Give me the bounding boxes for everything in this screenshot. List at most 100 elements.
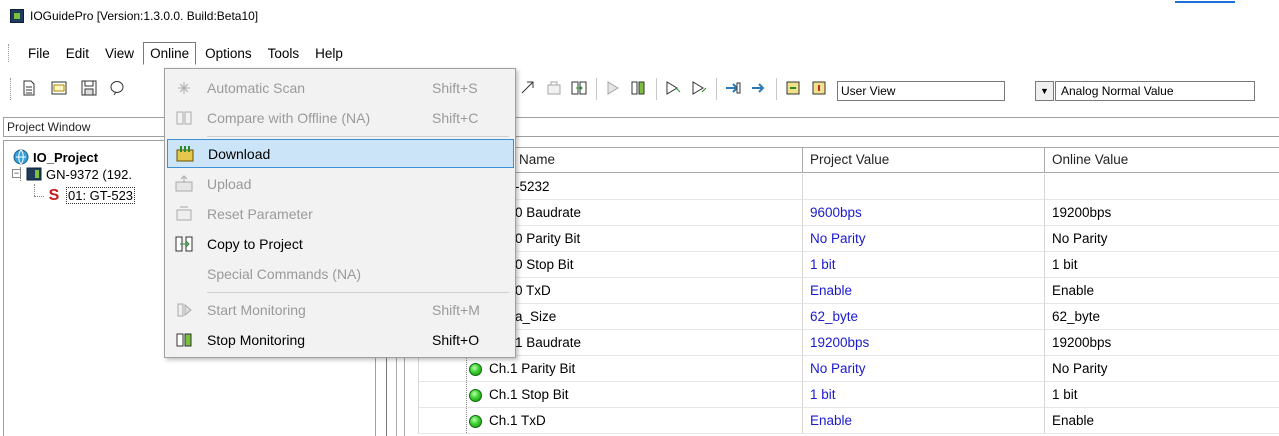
toolbar-tool-4[interactable] [690,79,708,97]
menu-online[interactable]: Online [143,41,197,65]
table-row[interactable]: 0 Stop Bit 1 bit 1 bit [418,252,1279,278]
column-header-project-value[interactable]: Project Value [802,147,1044,173]
menu-file[interactable]: File [21,42,57,65]
table-row[interactable]: 0 Baudrate 9600bps 19200bps [418,200,1279,226]
menu-separator [207,292,509,293]
tool-icon-5 [726,82,741,94]
menu-tools[interactable]: Tools [261,42,307,65]
start-monitor-tool-button[interactable] [604,79,622,97]
project-globe-icon [13,149,29,165]
cell-online-value: 19200bps [1044,200,1279,226]
cell-online-value: Enable [1044,408,1279,434]
view-mode-select[interactable]: User View [837,81,1005,101]
menu-item-start-monitoring[interactable]: Start Monitoring Shift+M [167,295,514,324]
cell-online-value: 19200bps [1044,330,1279,356]
column-header-online-value[interactable]: Online Value [1044,147,1279,173]
toolbar-tool-1[interactable] [519,79,537,97]
menu-item-label: Start Monitoring [207,301,306,318]
copy-to-project-icon [571,81,587,95]
menu-item-copy-to-project[interactable]: Copy to Project [167,229,514,258]
menu-item-icon-placeholder [173,263,195,285]
table-row[interactable]: Ch.1 Parity Bit No Parity No Parity [418,356,1279,382]
device-module-icon [26,167,42,181]
cell-online-value: 1 bit [1044,382,1279,408]
title-accent-line [1175,1,1235,3]
chevron-down-icon[interactable]: ▼ [1035,81,1054,101]
menu-item-stop-monitoring[interactable]: Stop Monitoring Shift+O [167,325,514,354]
upload-icon [173,173,195,195]
help-button[interactable] [108,79,126,97]
menu-item-upload[interactable]: Upload [167,169,514,198]
toolbar-tool-7[interactable] [784,79,802,97]
open-button[interactable] [50,79,68,97]
grid-header: Name Project Value Online Value [418,147,1279,173]
online-menu-dropdown: Automatic Scan Shift+S Compare with Offl… [164,68,516,358]
start-monitor-icon [173,299,195,321]
cell-project-value: Enable [802,408,1044,434]
download-icon [174,143,196,165]
table-row[interactable]: 0 Parity Bit No Parity No Parity [418,226,1279,252]
menu-separator [207,136,509,137]
cell-name: Ch.1 Stop Bit [418,382,802,408]
tree-node-project[interactable]: IO_Project [13,149,98,165]
cell-name-text: Ch.1 TxD [489,413,546,428]
toolbar-tool-5[interactable] [724,79,742,97]
menu-item-label: Upload [207,175,252,192]
menu-item-reset-parameter[interactable]: Reset Parameter [167,199,514,228]
tool-icon-3 [666,81,681,95]
menu-options[interactable]: Options [198,42,259,65]
help-bubble-icon [110,81,124,96]
window-title: IOGuidePro [Version:1.3.0.0. Build:Beta1… [30,9,259,23]
tree-node-module[interactable]: S 01: GT-523 [46,187,136,204]
value-mode-select[interactable]: ▼ Analog Normal Value [1035,81,1255,101]
menu-item-special-commands[interactable]: Special Commands (NA) [167,259,514,288]
tool-icon-4 [692,81,707,95]
toolbar-tool-8[interactable] [810,79,828,97]
menu-edit[interactable]: Edit [59,42,96,65]
toolbar-tool-3[interactable] [664,79,682,97]
menu-item-shortcut: Shift+M [432,301,480,318]
tree-line [34,184,35,196]
new-file-button[interactable] [20,79,38,97]
toolbar-tool-2[interactable] [545,79,563,97]
menu-help[interactable]: Help [308,42,350,65]
menu-item-label: Automatic Scan [207,79,306,96]
stop-monitor-icon [631,81,645,95]
menu-view[interactable]: View [98,42,141,65]
tree-collapse-toggle[interactable]: − [12,169,21,178]
table-row[interactable]: Ch.1 Stop Bit 1 bit 1 bit [418,382,1279,408]
cell-project-value: No Parity [802,226,1044,252]
menu-item-compare-offline[interactable]: Compare with Offline (NA) Shift+C [167,103,514,132]
menu-item-shortcut: Shift+S [432,79,478,96]
menu-item-automatic-scan[interactable]: Automatic Scan Shift+S [167,73,514,102]
value-mode-value: Analog Normal Value [1061,84,1174,98]
menu-item-download[interactable]: Download [167,139,514,168]
menu-item-label: Download [208,145,271,162]
stop-monitor-tool-button[interactable] [629,79,647,97]
compare-icon [173,107,195,129]
tree-label-project: IO_Project [33,149,99,165]
cell-project-value [802,174,1044,200]
cell-name-text: Ch.1 Stop Bit [489,387,569,402]
cell-online-value: 1 bit [1044,252,1279,278]
toolbar-tool-6[interactable] [750,79,768,97]
table-row[interactable]: a_Size 62_byte 62_byte [418,304,1279,330]
view-mode-value: User View [841,84,896,98]
table-row[interactable]: 0 TxD Enable Enable [418,278,1279,304]
toolbar-separator [776,78,777,100]
table-row[interactable]: -5232 [418,174,1279,200]
table-row[interactable]: 1 Baudrate 19200bps 19200bps [418,330,1279,356]
cell-project-value: 19200bps [802,330,1044,356]
cell-project-value: Enable [802,278,1044,304]
project-window-title: Project Window [7,120,91,134]
start-monitor-icon [607,81,619,95]
toolbar-separator [596,78,597,100]
table-row[interactable]: Ch.1 TxD Enable Enable [418,408,1279,434]
tree-node-device[interactable]: GN-9372 (192. [26,166,132,182]
toolbar-separator [716,78,717,100]
status-led-icon [469,362,482,376]
status-led-icon [469,414,482,428]
copy-to-project-tool-button[interactable] [570,79,588,97]
menubar-grip [8,44,11,62]
save-button[interactable] [80,79,98,97]
